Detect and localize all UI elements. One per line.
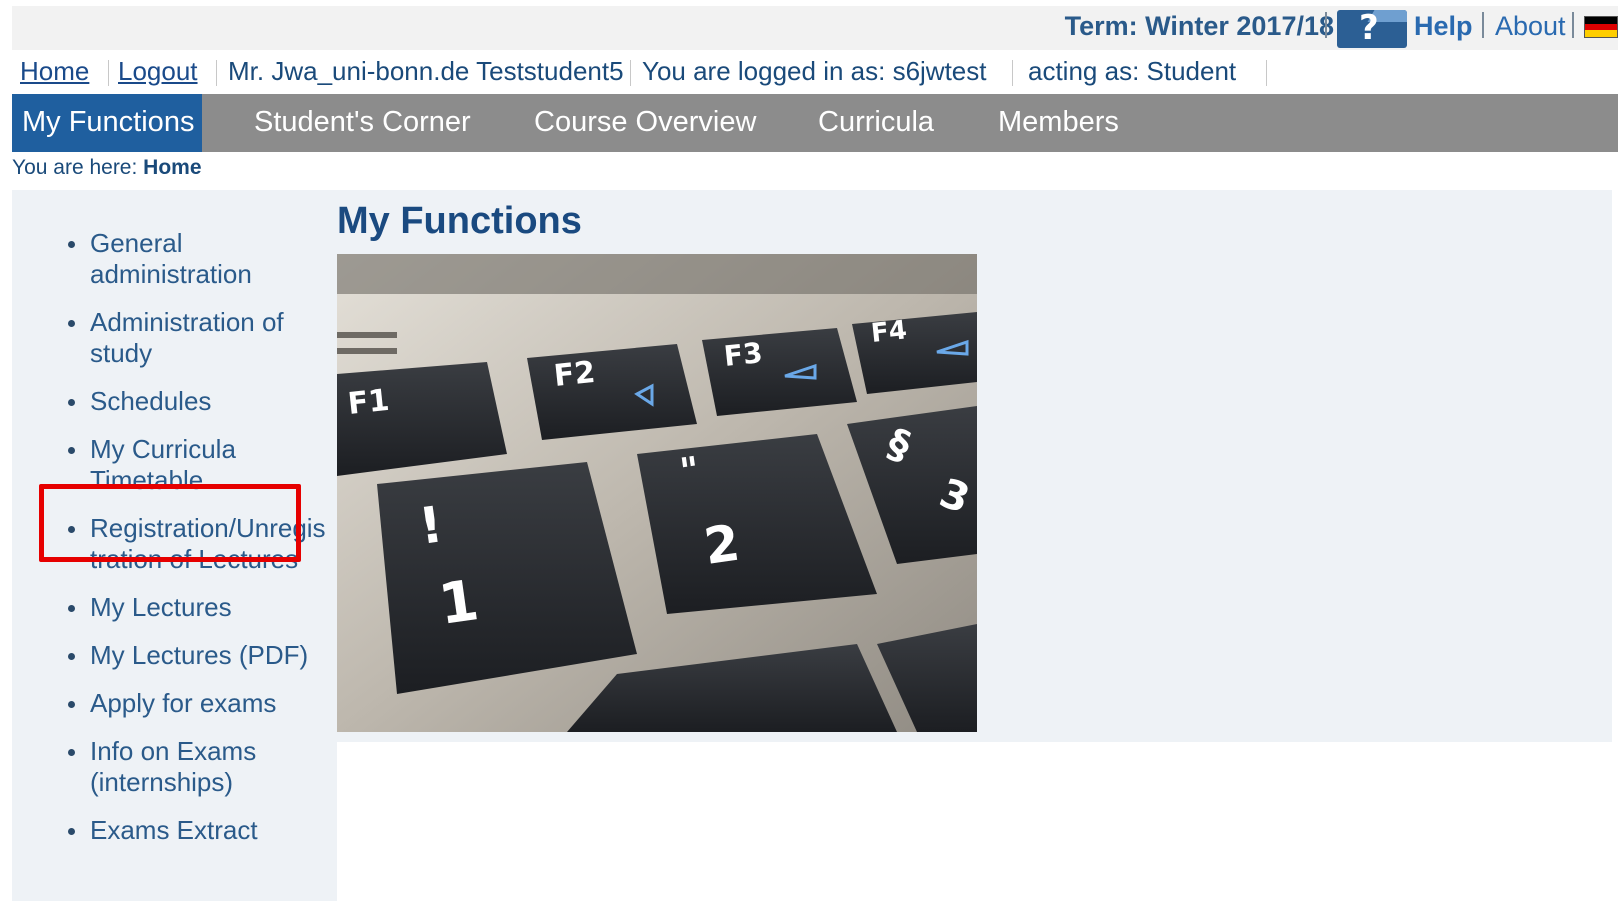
user-info-bar: Home Logout Mr. Jwa_uni-bonn.de Teststud… [12, 50, 1618, 94]
divider [108, 60, 109, 86]
question-mark-glyph: ? [1359, 10, 1379, 48]
sidebar-item-general-administration[interactable]: General administration [62, 228, 282, 290]
key-label-f3: F3 [722, 336, 764, 373]
german-flag-icon[interactable] [1584, 16, 1618, 38]
divider [630, 60, 631, 86]
keyboard-illustration: F1 F2 F3 F4 1 ! 2 " § 3 [337, 254, 977, 732]
top-bar: Term: Winter 2017/18 ? Help About [12, 6, 1618, 50]
key-label-f2: F2 [552, 355, 597, 394]
divider [1325, 12, 1327, 38]
about-link[interactable]: About [1495, 11, 1566, 42]
sidebar-item-my-lectures-pdf[interactable]: My Lectures (PDF) [62, 640, 352, 671]
breadcrumb-current[interactable]: Home [143, 156, 201, 179]
key-label-f1: F1 [346, 383, 391, 422]
nav-students-corner[interactable]: Student's Corner [254, 94, 471, 152]
key-label-f4: F4 [870, 315, 909, 349]
sidebar-item-info-on-exams[interactable]: Info on Exams (internships) [62, 736, 262, 798]
photo-top-shadow [337, 254, 977, 294]
logout-link[interactable]: Logout [118, 56, 198, 87]
page: Term: Winter 2017/18 ? Help About Home L… [12, 6, 1618, 901]
divider [1012, 60, 1013, 86]
help-link[interactable]: Help [1414, 11, 1473, 42]
keyboard-photo: F1 F2 F3 F4 1 ! 2 " § 3 [337, 254, 977, 732]
speaker-slot [337, 348, 397, 354]
nav-my-functions[interactable]: My Functions [12, 94, 202, 152]
logged-in-as: You are logged in as: s6jwtest [642, 56, 987, 86]
divider [1482, 12, 1484, 38]
divider [1572, 12, 1574, 38]
nav-curricula[interactable]: Curricula [818, 94, 934, 152]
sidebar-item-schedules[interactable]: Schedules [62, 386, 352, 417]
user-name: Mr. Jwa_uni-bonn.de Teststudent5 [228, 56, 624, 86]
nav-course-overview[interactable]: Course Overview [534, 94, 756, 152]
page-title: My Functions [337, 200, 582, 242]
main-nav: My Functions Student's Corner Course Ove… [12, 94, 1618, 152]
flag-stripe-red [1585, 23, 1617, 31]
highlight-box [39, 484, 301, 562]
divider [216, 60, 217, 86]
breadcrumb: You are here: Home [12, 156, 202, 180]
acting-as-role[interactable]: acting as: Student [1028, 56, 1236, 87]
divider [1266, 60, 1267, 86]
help-icon[interactable]: ? [1337, 10, 1407, 48]
term-label[interactable]: Term: Winter 2017/18 [1065, 11, 1334, 42]
nav-members[interactable]: Members [998, 94, 1119, 152]
sidebar: General administration Administration of… [12, 190, 337, 901]
home-link[interactable]: Home [20, 56, 89, 87]
flag-stripe-gold [1585, 30, 1617, 37]
sidebar-item-apply-for-exams[interactable]: Apply for exams [62, 688, 352, 719]
sidebar-item-exams-extract[interactable]: Exams Extract [62, 815, 352, 846]
sidebar-item-administration-of-study[interactable]: Administration of study [62, 307, 302, 369]
sidebar-item-my-lectures[interactable]: My Lectures [62, 592, 352, 623]
breadcrumb-prefix: You are here: [12, 156, 138, 179]
speaker-slot [337, 332, 397, 338]
main-content: My Functions F1 F2 F3 F4 1 ! 2 " § 3 [337, 190, 1612, 742]
flag-stripe-black [1585, 17, 1617, 24]
